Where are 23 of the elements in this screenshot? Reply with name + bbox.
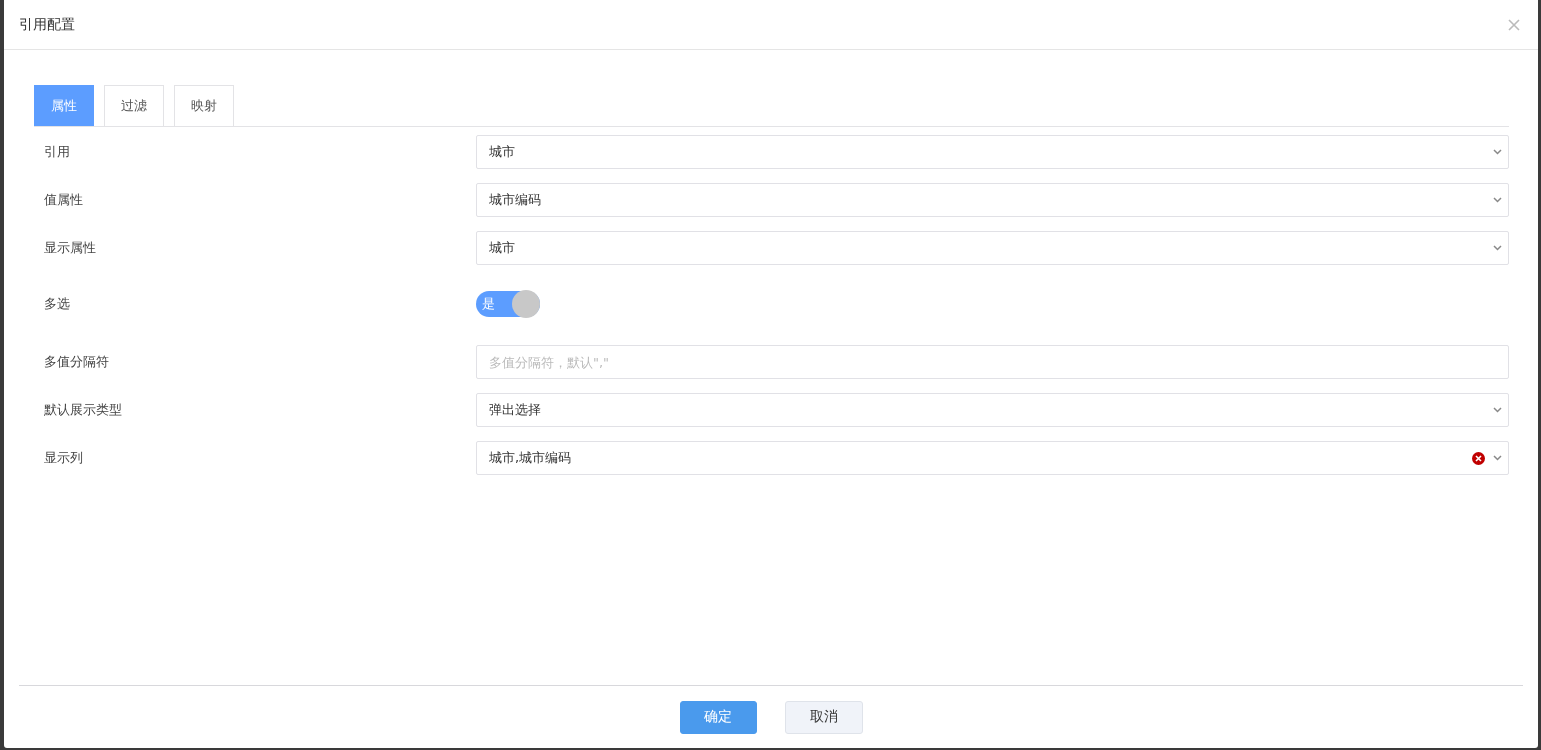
tab[interactable]: 过滤 xyxy=(104,85,164,126)
select-field[interactable]: 城市编码 xyxy=(476,183,1509,217)
tab[interactable]: 映射 xyxy=(174,85,234,126)
select-field[interactable]: 城市,城市编码 xyxy=(476,441,1509,475)
chevron-down-icon xyxy=(1493,407,1502,413)
field-label: 默认展示类型 xyxy=(44,401,123,419)
chevron-down-icon xyxy=(1493,197,1502,203)
field-label: 显示属性 xyxy=(44,239,97,257)
input-field[interactable]: 多值分隔符，默认"," xyxy=(476,345,1509,379)
chevron-down-icon xyxy=(1493,455,1502,461)
field-label: 引用 xyxy=(44,143,71,161)
clear-icon[interactable] xyxy=(1472,451,1485,465)
cancel-button[interactable]: 取消 xyxy=(784,700,863,734)
chevron-down-icon xyxy=(1493,245,1502,251)
field-label: 显示列 xyxy=(44,449,84,467)
field-label: 多选 xyxy=(44,295,71,313)
select-field[interactable]: 城市 xyxy=(476,231,1509,265)
select-field[interactable]: 城市 xyxy=(476,135,1509,169)
dialog-title: 引用配置 xyxy=(19,15,75,34)
field-label: 值属性 xyxy=(44,191,84,209)
field-label: 多值分隔符 xyxy=(44,353,110,371)
chevron-down-icon xyxy=(1493,149,1502,155)
select-field[interactable]: 弹出选择 xyxy=(476,393,1509,427)
